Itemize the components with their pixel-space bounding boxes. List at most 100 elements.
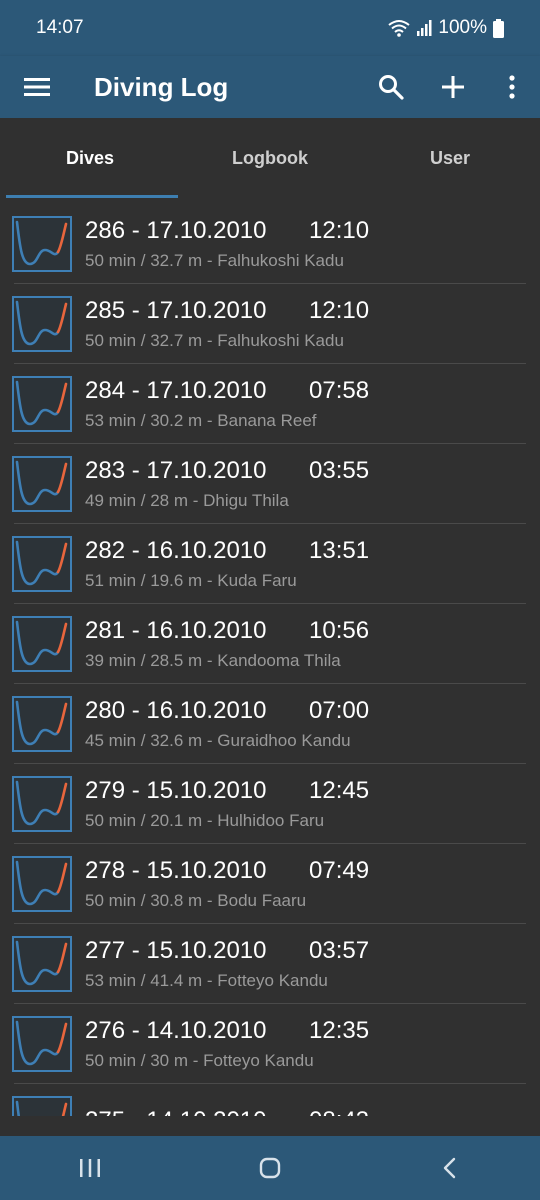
dive-title: 277 - 15.10.2010 03:57: [85, 937, 369, 965]
dive-number-date: 282 - 16.10.2010: [85, 537, 267, 564]
back-button[interactable]: [400, 1136, 500, 1200]
wifi-icon: [388, 19, 411, 37]
add-button[interactable]: [422, 56, 484, 118]
menu-icon: [24, 78, 50, 96]
dive-list-item[interactable]: 282 - 16.10.2010 13:51 51 min / 19.6 m -…: [0, 524, 540, 604]
dive-profile-icon: [12, 216, 72, 272]
dive-time: 13:51: [309, 537, 370, 564]
dive-profile-icon: [12, 456, 72, 512]
dive-text: 283 - 17.10.2010 03:55 49 min / 28 m - D…: [85, 457, 369, 511]
dive-title: 281 - 16.10.2010 10:56: [85, 617, 369, 645]
recents-button[interactable]: [40, 1136, 140, 1200]
dive-number-date: 286 - 17.10.2010: [85, 217, 267, 244]
dive-list[interactable]: 286 - 17.10.2010 12:10 50 min / 32.7 m -…: [0, 204, 540, 1116]
dive-time: 03:57: [309, 937, 370, 964]
dive-profile-icon: [12, 776, 72, 832]
dive-summary: 45 min / 32.6 m - Guraidhoo Kandu: [85, 731, 351, 750]
battery-level: 100%: [438, 17, 487, 38]
dive-number-date: 285 - 17.10.2010: [85, 297, 267, 324]
dive-list-item[interactable]: 278 - 15.10.2010 07:49 50 min / 30.8 m -…: [0, 844, 540, 924]
recents-icon: [80, 1159, 100, 1177]
dive-time: 07:49: [309, 857, 370, 884]
dive-time: 10:56: [309, 617, 370, 644]
dive-list-item[interactable]: 285 - 17.10.2010 12:10 50 min / 32.7 m -…: [0, 284, 540, 364]
dive-time: 07:00: [309, 697, 370, 724]
dive-summary: 53 min / 30.2 m - Banana Reef: [85, 411, 317, 430]
dive-title: 280 - 16.10.2010 07:00: [85, 697, 369, 725]
dive-summary: 39 min / 28.5 m - Kandooma Thila: [85, 651, 341, 670]
dive-text: 281 - 16.10.2010 10:56 39 min / 28.5 m -…: [85, 617, 369, 671]
dive-summary: 50 min / 30 m - Fotteyo Kandu: [85, 1051, 314, 1070]
dive-time: 08:43: [309, 1107, 369, 1116]
dive-text: 286 - 17.10.2010 12:10 50 min / 32.7 m -…: [85, 217, 369, 271]
search-button[interactable]: [360, 56, 422, 118]
dive-number-date: 277 - 15.10.2010: [85, 937, 267, 964]
dive-list-item[interactable]: 284 - 17.10.2010 07:58 53 min / 30.2 m -…: [0, 364, 540, 444]
dive-profile-icon: [12, 1096, 72, 1116]
dive-title: 278 - 15.10.2010 07:49: [85, 857, 369, 885]
dive-list-item[interactable]: 283 - 17.10.2010 03:55 49 min / 28 m - D…: [0, 444, 540, 524]
dive-title: 286 - 17.10.2010 12:10: [85, 217, 369, 245]
status-bar: 14:07 100%: [0, 0, 540, 56]
tab-user[interactable]: User: [360, 118, 540, 198]
dive-profile-icon: [12, 696, 72, 752]
dive-list-item[interactable]: 286 - 17.10.2010 12:10 50 min / 32.7 m -…: [0, 204, 540, 284]
dive-text: 285 - 17.10.2010 12:10 50 min / 32.7 m -…: [85, 297, 369, 351]
battery-icon: [493, 18, 504, 38]
dive-profile-icon: [12, 936, 72, 992]
dive-time: 12:35: [309, 1017, 370, 1044]
dive-number-date: 279 - 15.10.2010: [85, 777, 267, 804]
dive-list-item[interactable]: 276 - 14.10.2010 12:35 50 min / 30 m - F…: [0, 1004, 540, 1084]
dive-text: 276 - 14.10.2010 12:35 50 min / 30 m - F…: [85, 1017, 369, 1071]
dive-number-date: 276 - 14.10.2010: [85, 1017, 267, 1044]
dive-profile-icon: [12, 296, 72, 352]
dive-profile-icon: [12, 1016, 72, 1072]
app-title: Diving Log: [94, 71, 229, 102]
back-icon: [443, 1157, 456, 1179]
tab-dives[interactable]: Dives: [0, 118, 180, 198]
tab-logbook[interactable]: Logbook: [180, 118, 360, 198]
dive-time: 12:10: [309, 217, 370, 244]
dive-list-item[interactable]: 281 - 16.10.2010 10:56 39 min / 28.5 m -…: [0, 604, 540, 684]
dive-title: 279 - 15.10.2010 12:45: [85, 777, 369, 805]
dive-number-date: 284 - 17.10.2010: [85, 377, 267, 404]
dive-number-date: 275 - 14.10.2010: [85, 1107, 309, 1116]
dive-title: 283 - 17.10.2010 03:55: [85, 457, 369, 485]
dive-number-date: 283 - 17.10.2010: [85, 457, 267, 484]
dive-text: 277 - 15.10.2010 03:57 53 min / 41.4 m -…: [85, 937, 369, 991]
status-time: 14:07: [36, 17, 84, 38]
dive-time: 07:58: [309, 377, 370, 404]
dive-text: 279 - 15.10.2010 12:45 50 min / 20.1 m -…: [85, 777, 369, 831]
dive-title: 285 - 17.10.2010 12:10: [85, 297, 369, 325]
dive-summary: 50 min / 32.7 m - Falhukoshi Kadu: [85, 251, 344, 270]
dive-number-date: 280 - 16.10.2010: [85, 697, 267, 724]
dive-number-date: 281 - 16.10.2010: [85, 617, 267, 644]
add-icon: [442, 76, 464, 98]
dive-list-item[interactable]: 280 - 16.10.2010 07:00 45 min / 32.6 m -…: [0, 684, 540, 764]
menu-button[interactable]: [0, 56, 74, 118]
dive-title: 282 - 16.10.2010 13:51: [85, 537, 369, 565]
home-icon: [259, 1157, 281, 1179]
dive-text: 275 - 14.10.2010 08:43: [85, 1107, 369, 1116]
dive-list-item[interactable]: 279 - 15.10.2010 12:45 50 min / 20.1 m -…: [0, 764, 540, 844]
dive-time: 12:45: [309, 777, 370, 804]
dive-profile-icon: [12, 376, 72, 432]
more-vert-icon: [509, 75, 515, 99]
dive-summary: 51 min / 19.6 m - Kuda Faru: [85, 571, 297, 590]
dive-profile-icon: [12, 536, 72, 592]
dive-text: 282 - 16.10.2010 13:51 51 min / 19.6 m -…: [85, 537, 369, 591]
tab-bar: Dives Logbook User: [0, 118, 540, 198]
dive-profile-icon: [12, 616, 72, 672]
status-icons: 100%: [388, 17, 504, 39]
dive-profile-icon: [12, 856, 72, 912]
dive-list-item[interactable]: 277 - 15.10.2010 03:57 53 min / 41.4 m -…: [0, 924, 540, 1004]
dive-text: 284 - 17.10.2010 07:58 53 min / 30.2 m -…: [85, 377, 369, 431]
app-bar: Diving Log: [0, 56, 540, 118]
signal-icon: [416, 20, 432, 36]
search-icon: [379, 75, 404, 100]
more-options-button[interactable]: [484, 56, 540, 118]
home-button[interactable]: [220, 1136, 320, 1200]
dive-title: 276 - 14.10.2010 12:35: [85, 1017, 369, 1045]
dive-list-item[interactable]: 275 - 14.10.2010 08:43: [0, 1084, 540, 1116]
dive-number-date: 278 - 15.10.2010: [85, 857, 267, 884]
